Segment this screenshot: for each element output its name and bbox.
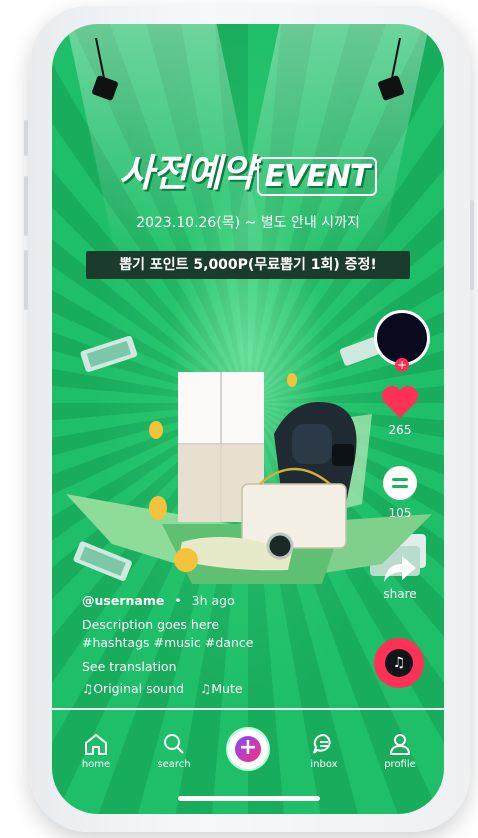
create-post-button[interactable]: + [228, 729, 268, 769]
post-time: 3h ago [191, 593, 235, 608]
comment-button[interactable]: 105 [372, 466, 428, 520]
home-icon [85, 733, 107, 755]
home-indicator[interactable] [178, 796, 320, 801]
phone-side-button [470, 200, 474, 290]
money-bill [80, 335, 138, 373]
phone-side-button [24, 250, 28, 310]
phone-side-button [24, 120, 28, 156]
follow-plus-icon[interactable]: + [395, 358, 409, 372]
post-caption: @username • 3h ago Description goes here… [82, 592, 322, 698]
music-disc-button[interactable]: ♫ [374, 638, 424, 688]
inbox-icon [313, 733, 331, 754]
profile-icon [389, 734, 411, 755]
share-button[interactable]: share [372, 554, 428, 601]
original-sound-link[interactable]: Original sound [93, 681, 184, 696]
share-icon [384, 556, 416, 582]
tab-search[interactable]: search [144, 732, 204, 770]
mute-button[interactable]: Mute [211, 681, 242, 696]
see-translation-link[interactable]: See translation [82, 658, 322, 676]
tab-inbox[interactable]: inbox [294, 732, 354, 770]
tabbar-divider [52, 708, 444, 710]
heart-icon [382, 386, 418, 418]
post-hashtags[interactable]: #hashtags #music #dance [82, 634, 322, 652]
separator-dot: • [174, 593, 182, 608]
tab-search-label: search [157, 759, 191, 770]
search-icon [164, 734, 184, 754]
creator-avatar[interactable]: + [374, 310, 430, 372]
post-description: Description goes here [82, 617, 220, 632]
mute-icon: ♫ [200, 681, 212, 696]
like-count: 265 [388, 423, 412, 437]
tab-home-label: home [81, 759, 111, 770]
share-label: share [383, 587, 417, 601]
plus-icon: + [235, 736, 261, 762]
comment-count: 105 [388, 506, 412, 520]
like-button[interactable]: 265 [372, 384, 428, 437]
app-screen: 사전예약 EVENT 2023.10.26(목) ~ 별도 안내 시까지 뽑기 포… [52, 24, 444, 814]
music-note-icon: ♫ [82, 681, 94, 696]
tab-inbox-label: inbox [310, 759, 338, 770]
tab-home[interactable]: home [66, 732, 126, 770]
post-username[interactable]: @username [82, 593, 164, 608]
tab-profile-label: profile [384, 759, 416, 770]
phone-side-button [24, 176, 28, 236]
comment-icon [383, 466, 417, 500]
music-disc-icon: ♫ [385, 649, 413, 677]
tab-profile[interactable]: profile [370, 732, 430, 770]
